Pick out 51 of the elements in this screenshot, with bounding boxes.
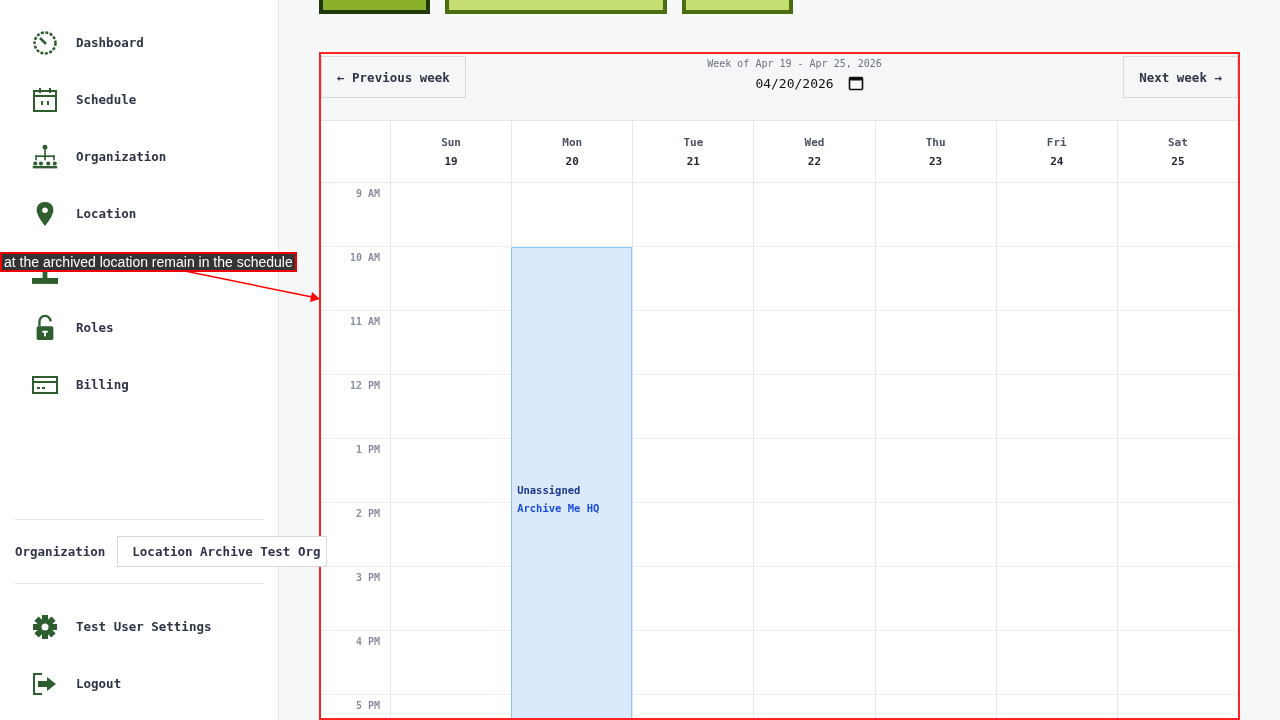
event-title: Unassigned: [517, 484, 582, 496]
day-date: 25: [1171, 154, 1185, 168]
day-name: Tue: [683, 135, 704, 149]
day-date: 19: [444, 154, 458, 168]
calendar-icon: [32, 86, 58, 113]
week-title: Week of Apr 19 - Apr 25, 2026: [707, 58, 882, 69]
day-name: Fri: [1046, 135, 1067, 149]
dashboard-icon: [32, 29, 58, 56]
nav-item[interactable]: Test User Settings: [0, 598, 278, 655]
event-location: Archive Me HQ: [517, 502, 601, 514]
date-field[interactable]: 04/20/2026: [725, 75, 864, 91]
time-label: 12 PM: [349, 380, 380, 393]
next-week-button[interactable]: Next week →: [1123, 56, 1238, 98]
nav-item[interactable]: Schedule: [0, 71, 278, 128]
day-date: 20: [565, 154, 579, 168]
calendar-event[interactable]: Unassigned Archive Me HQ: [511, 247, 633, 718]
annotation-label: at the archived location remain in the schedule: [0, 252, 297, 272]
day-date: 21: [686, 154, 700, 168]
settings-icon: [32, 613, 58, 640]
time-label: 11 AM: [349, 316, 380, 329]
time-label: 9 AM: [355, 188, 380, 201]
previous-week-button[interactable]: ← Previous week: [321, 56, 466, 98]
toolbar-button[interactable]: [445, 0, 667, 14]
nav-item[interactable]: Organization: [0, 128, 278, 185]
user-icon: [32, 271, 58, 284]
day-name: Thu: [925, 135, 946, 149]
day-date: 24: [1050, 154, 1064, 168]
organization-label: Organization: [15, 544, 106, 559]
day-name: Sat: [1168, 135, 1188, 149]
time-label: 3 PM: [355, 572, 380, 585]
day-date: 23: [929, 154, 943, 168]
time-label: 2 PM: [355, 508, 380, 521]
time-label: 10 AM: [349, 252, 380, 265]
nav-item[interactable]: Location: [0, 185, 278, 242]
toolbar-button[interactable]: [319, 0, 430, 14]
time-label: 1 PM: [355, 444, 380, 457]
nav-item[interactable]: Dashboard: [0, 14, 278, 71]
day-name: Sun: [441, 135, 461, 149]
toolbar-button[interactable]: [682, 0, 793, 14]
calendar-icon: [847, 75, 864, 91]
day-name: Mon: [562, 135, 583, 149]
nav-item[interactable]: Billing: [0, 356, 278, 413]
time-label: 5 PM: [355, 700, 380, 713]
org-chart-icon: [32, 143, 58, 170]
time-label: 4 PM: [355, 636, 380, 649]
logout-icon: [32, 670, 58, 697]
organization-select[interactable]: Location Archive Test Org: [117, 536, 328, 567]
nav-item[interactable]: Roles: [0, 299, 278, 356]
day-date: 22: [807, 154, 822, 168]
nav-item[interactable]: Logout: [0, 655, 278, 712]
day-name: Wed: [804, 135, 825, 149]
